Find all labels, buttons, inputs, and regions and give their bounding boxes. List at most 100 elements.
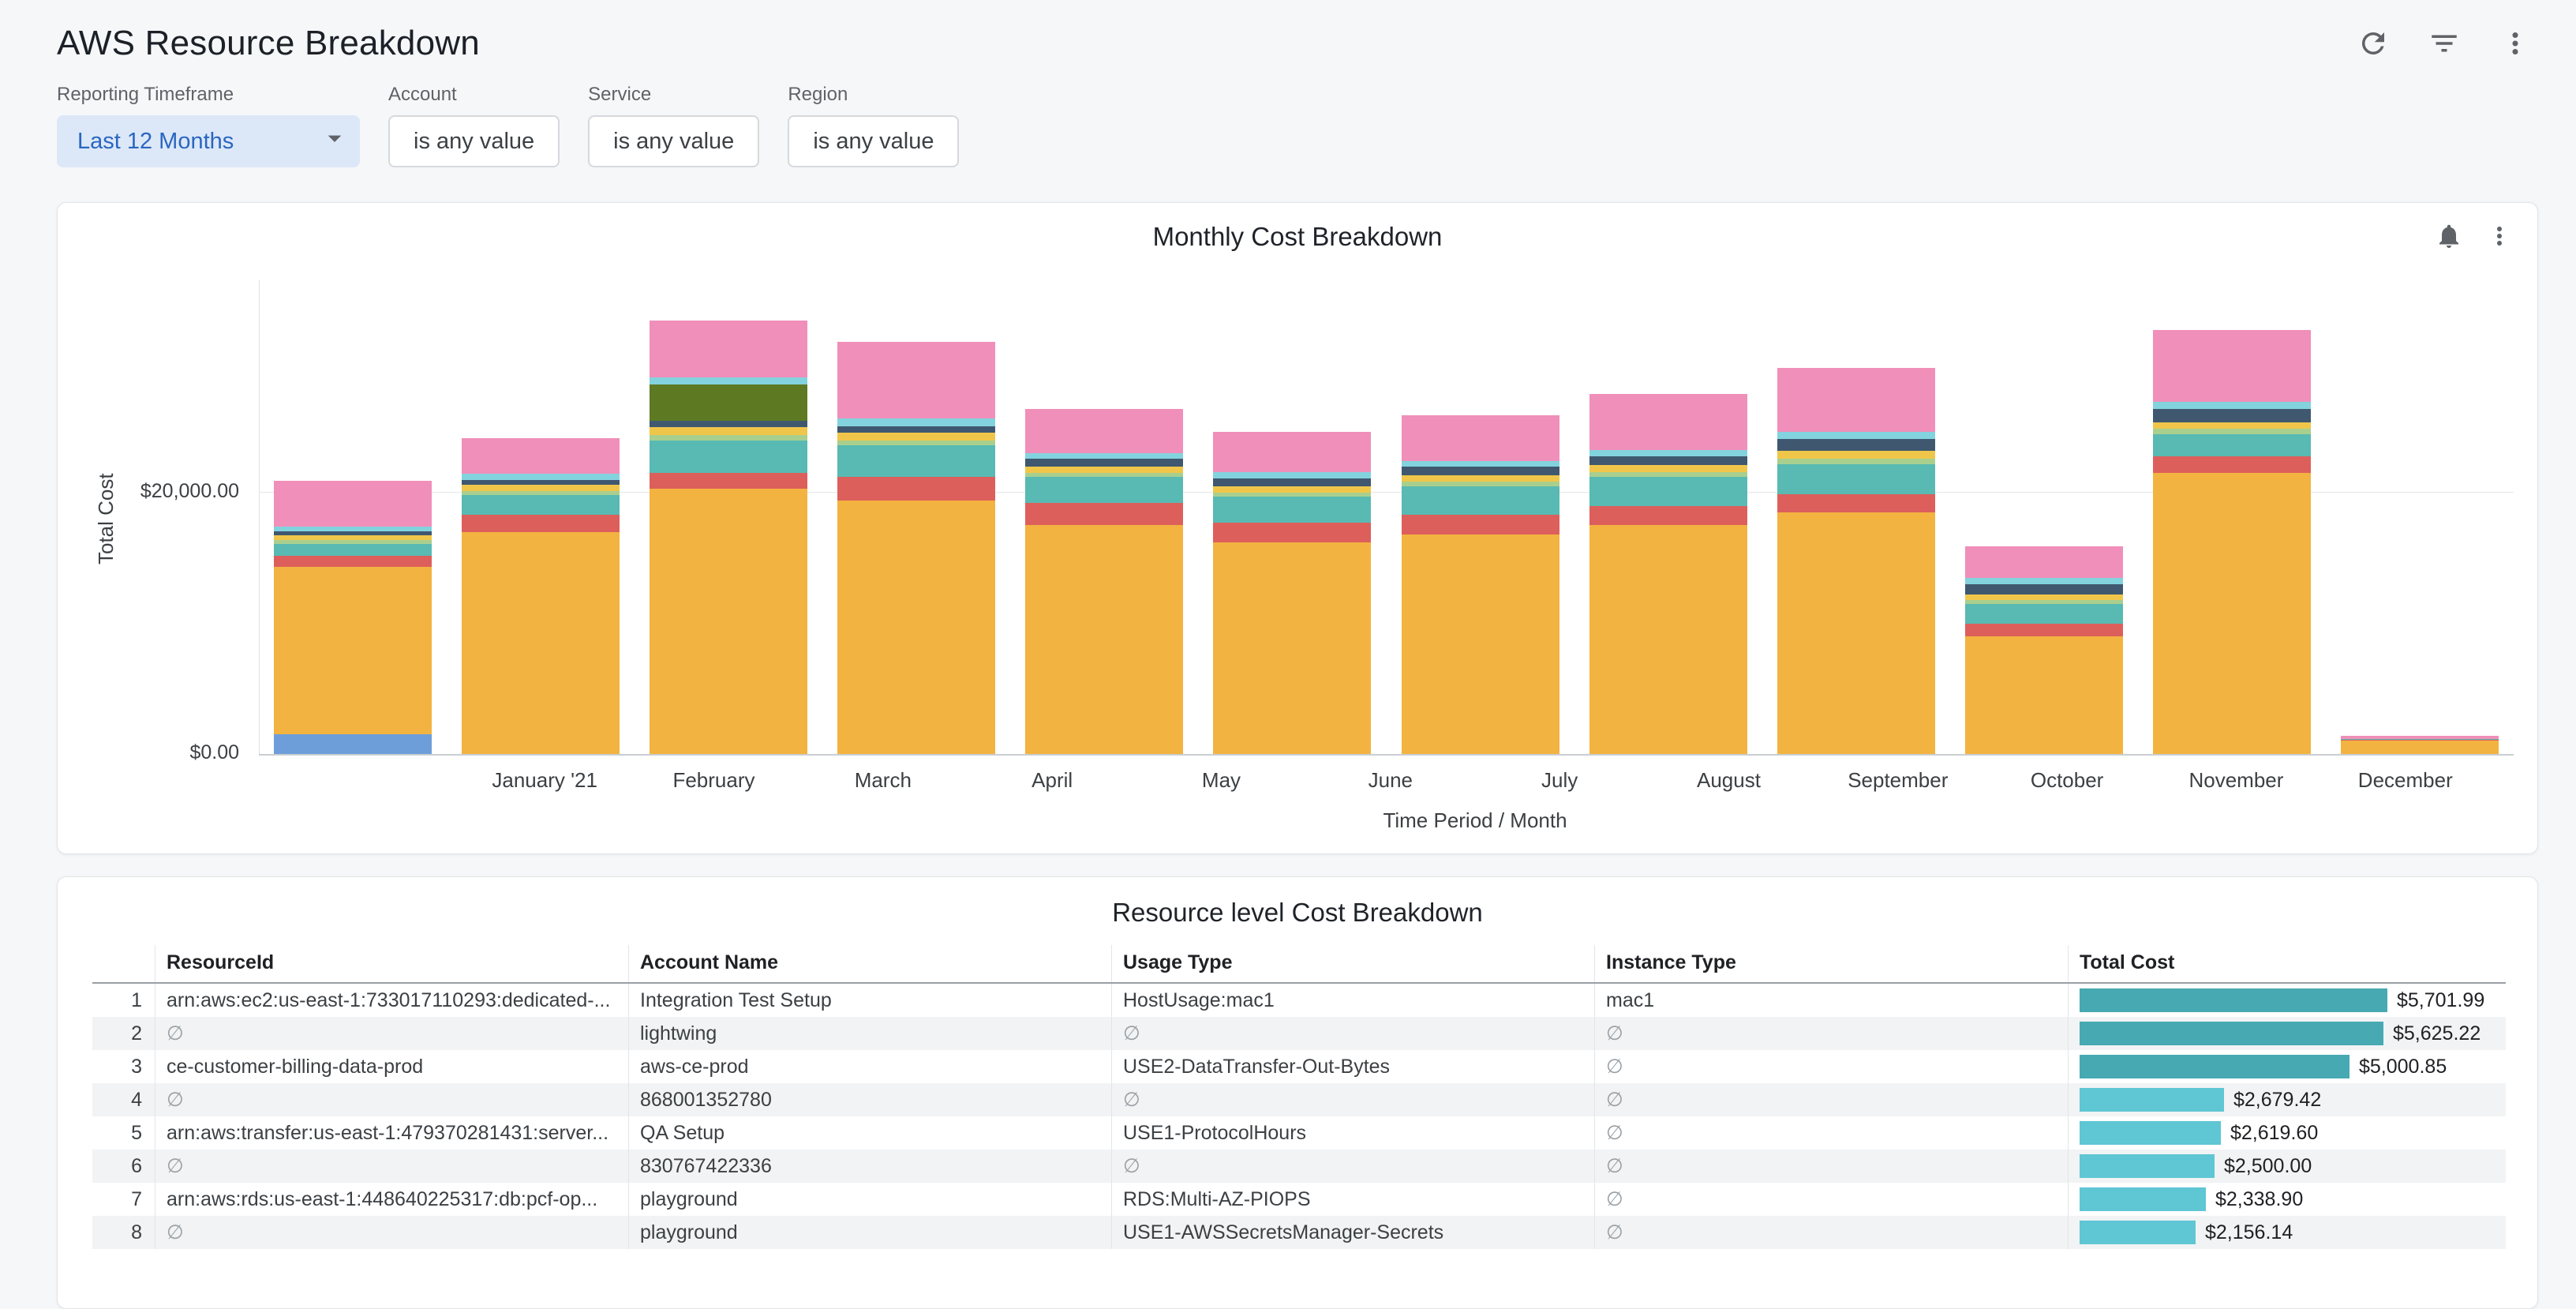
column-header[interactable]: Total Cost xyxy=(2069,945,2506,982)
bar-segment-series-yellow[interactable] xyxy=(1777,451,1935,459)
bar-segment-series-teal[interactable] xyxy=(1213,497,1371,523)
bar-segment-series-yellow[interactable] xyxy=(1025,467,1183,473)
refresh-icon[interactable] xyxy=(2357,27,2390,60)
stacked-bar[interactable] xyxy=(1213,432,1371,754)
bar-segment-series-pink[interactable] xyxy=(2153,330,2311,402)
column-header[interactable]: Instance Type xyxy=(1595,945,2069,982)
bar-segment-series-light-green[interactable] xyxy=(1777,459,1935,464)
bar-segment-series-teal[interactable] xyxy=(1589,477,1747,505)
bar-segment-series-red[interactable] xyxy=(274,556,432,566)
bar-segment-series-yellow[interactable] xyxy=(1965,594,2123,600)
service-filter-button[interactable]: is any value xyxy=(588,115,759,167)
bar-segment-series-pink[interactable] xyxy=(1402,415,1559,461)
stacked-bar[interactable] xyxy=(274,481,432,754)
bar-segment-series-slate[interactable] xyxy=(650,421,807,427)
bar-segment-series-cyan[interactable] xyxy=(462,474,620,479)
bar-segment-series-light-green[interactable] xyxy=(2153,429,2311,434)
bar-segment-series-yellow[interactable] xyxy=(274,535,432,541)
bar-segment-series-yellow[interactable] xyxy=(1589,465,1747,471)
kebab-menu-icon[interactable] xyxy=(2499,27,2532,60)
bar-segment-series-amber[interactable] xyxy=(1589,525,1747,754)
column-header[interactable]: ResourceId xyxy=(155,945,629,982)
chart-kebab-menu-icon[interactable] xyxy=(2485,222,2514,250)
bar-segment-series-slate[interactable] xyxy=(1402,467,1559,475)
bar-segment-series-red[interactable] xyxy=(1589,506,1747,526)
bar-segment-series-red[interactable] xyxy=(1402,515,1559,534)
region-filter-button[interactable]: is any value xyxy=(788,115,959,167)
bar-segment-series-yellow[interactable] xyxy=(1402,475,1559,482)
bar-segment-series-yellow[interactable] xyxy=(1213,486,1371,493)
bar-segment-series-teal[interactable] xyxy=(1402,486,1559,515)
bar-segment-series-pink[interactable] xyxy=(650,321,807,378)
stacked-bar[interactable] xyxy=(1402,415,1559,754)
bar-segment-series-yellow[interactable] xyxy=(650,427,807,435)
bar-segment-series-slate[interactable] xyxy=(2153,409,2311,422)
bar-segment-series-olive[interactable] xyxy=(650,384,807,421)
bar-segment-series-cyan[interactable] xyxy=(1402,461,1559,467)
bar-segment-series-amber[interactable] xyxy=(1213,542,1371,754)
bar-segment-series-amber[interactable] xyxy=(1965,636,2123,754)
bar-segment-series-red[interactable] xyxy=(1965,624,2123,637)
bar-segment-series-red[interactable] xyxy=(650,473,807,489)
bar-segment-series-light-green[interactable] xyxy=(1589,472,1747,478)
stacked-bar[interactable] xyxy=(2153,330,2311,754)
bar-segment-series-red[interactable] xyxy=(1213,523,1371,542)
bar-segment-series-slate[interactable] xyxy=(1777,439,1935,451)
bar-segment-series-red[interactable] xyxy=(837,477,995,501)
bar-segment-series-slate[interactable] xyxy=(462,480,620,486)
bar-segment-series-teal[interactable] xyxy=(2153,434,2311,456)
bar-segment-series-pink[interactable] xyxy=(1965,546,2123,578)
bar-segment-series-pink[interactable] xyxy=(1589,394,1747,450)
bar-segment-series-pink[interactable] xyxy=(1025,409,1183,453)
stacked-bar[interactable] xyxy=(650,321,807,754)
bar-segment-series-amber[interactable] xyxy=(1025,525,1183,754)
stacked-bar[interactable] xyxy=(1777,368,1935,754)
column-header[interactable]: Usage Type xyxy=(1112,945,1595,982)
bar-segment-series-cyan[interactable] xyxy=(1777,432,1935,439)
bar-segment-series-pink[interactable] xyxy=(837,342,995,418)
bar-segment-series-amber[interactable] xyxy=(1402,534,1559,754)
bar-segment-series-slate[interactable] xyxy=(1589,456,1747,466)
bar-segment-series-cyan[interactable] xyxy=(2153,402,2311,409)
bar-segment-series-cyan[interactable] xyxy=(837,418,995,426)
bar-segment-series-amber[interactable] xyxy=(462,532,620,754)
bar-segment-series-cyan[interactable] xyxy=(650,377,807,384)
bar-segment-series-amber[interactable] xyxy=(837,501,995,754)
bar-segment-series-slate[interactable] xyxy=(837,426,995,433)
bar-segment-series-slate[interactable] xyxy=(1025,459,1183,467)
stacked-bar[interactable] xyxy=(1965,546,2123,754)
bar-segment-series-teal[interactable] xyxy=(650,441,807,473)
bar-segment-series-teal[interactable] xyxy=(1777,464,1935,494)
bar-segment-series-amber[interactable] xyxy=(274,567,432,735)
bar-segment-series-yellow[interactable] xyxy=(837,433,995,441)
alert-bell-icon[interactable] xyxy=(2435,222,2463,250)
account-filter-button[interactable]: is any value xyxy=(388,115,560,167)
bar-segment-series-amber[interactable] xyxy=(650,489,807,754)
bar-segment-series-amber[interactable] xyxy=(2153,473,2311,754)
bar-segment-series-cyan[interactable] xyxy=(1025,453,1183,459)
stacked-bar[interactable] xyxy=(1025,409,1183,754)
bar-segment-series-amber[interactable] xyxy=(2341,741,2499,754)
bar-segment-series-teal[interactable] xyxy=(837,445,995,477)
bar-segment-series-teal[interactable] xyxy=(1025,477,1183,503)
bar-segment-series-slate[interactable] xyxy=(1213,478,1371,486)
bar-segment-series-blue[interactable] xyxy=(274,734,432,754)
bar-segment-series-pink[interactable] xyxy=(462,438,620,474)
bar-segment-series-red[interactable] xyxy=(1025,503,1183,525)
bar-segment-series-yellow[interactable] xyxy=(2153,422,2311,429)
bar-segment-series-amber[interactable] xyxy=(1777,512,1935,754)
bar-segment-series-red[interactable] xyxy=(462,515,620,532)
bar-segment-series-pink[interactable] xyxy=(1777,368,1935,432)
bar-segment-series-teal[interactable] xyxy=(462,495,620,515)
bar-segment-series-cyan[interactable] xyxy=(1213,472,1371,478)
bar-segment-series-slate[interactable] xyxy=(1965,584,2123,594)
stacked-bar[interactable] xyxy=(462,438,620,754)
stacked-bar[interactable] xyxy=(837,342,995,754)
bar-segment-series-red[interactable] xyxy=(1777,494,1935,512)
bar-segment-series-cyan[interactable] xyxy=(1589,450,1747,456)
bar-segment-series-cyan[interactable] xyxy=(1965,578,2123,584)
bar-segment-series-light-green[interactable] xyxy=(650,435,807,441)
bar-segment-series-pink[interactable] xyxy=(1213,432,1371,472)
bar-segment-series-light-green[interactable] xyxy=(837,441,995,446)
bar-segment-series-teal[interactable] xyxy=(1965,604,2123,624)
